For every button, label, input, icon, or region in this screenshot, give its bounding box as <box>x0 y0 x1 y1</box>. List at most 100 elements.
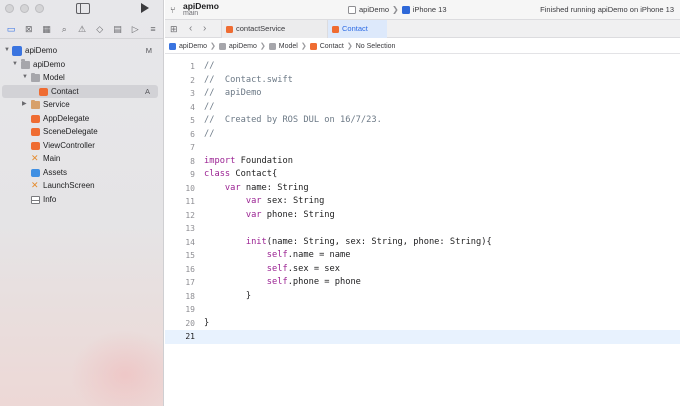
code-text[interactable]: self.name = name <box>204 249 351 263</box>
line-number: 20 <box>185 318 195 328</box>
zoom-window-button[interactable] <box>35 4 44 13</box>
line-number: 1 <box>190 62 195 71</box>
code-text[interactable]: init(name: String, sex: String, phone: S… <box>204 236 492 250</box>
tree-item-assets[interactable]: Assets <box>0 166 163 180</box>
issue-icon[interactable]: ⚠ <box>77 24 87 34</box>
minimize-window-button[interactable] <box>20 4 29 13</box>
divider <box>0 38 163 39</box>
code-text[interactable]: var phone: String <box>204 209 335 223</box>
breadcrumb-item[interactable]: apiDemo <box>179 43 207 50</box>
code-line[interactable]: 14 init(name: String, sex: String, phone… <box>165 236 680 250</box>
code-text[interactable]: // <box>204 101 214 115</box>
source-control-icon[interactable]: ⊠ <box>24 24 34 34</box>
code-text[interactable]: // Contact.swift <box>204 74 293 88</box>
tree-item-scenedelegate[interactable]: SceneDelegate <box>0 125 163 139</box>
tree-item-group-apidemo[interactable]: ▼ apiDemo <box>0 58 163 72</box>
tree-item-viewcontroller[interactable]: ViewController <box>0 139 163 153</box>
tree-item-contact[interactable]: Contact A <box>2 84 158 98</box>
code-text[interactable]: // Created by ROS DUL on 16/7/23. <box>204 114 382 128</box>
folder-icon[interactable]: ▭ <box>6 24 16 34</box>
code-line[interactable]: 9 class Contact{ <box>165 168 680 182</box>
line-number: 19 <box>185 305 195 314</box>
tree-item-group-service[interactable]: ▶ Service <box>0 98 163 112</box>
code-line[interactable]: 13 <box>165 222 680 236</box>
asset-catalog-icon <box>31 168 40 177</box>
code-text[interactable]: var name: String <box>204 182 309 196</box>
line-number: 9 <box>190 170 195 179</box>
code-text[interactable]: // <box>204 60 214 74</box>
chevron-right-icon: ❯ <box>346 43 353 50</box>
code-line[interactable]: 11 var sex: String <box>165 195 680 209</box>
line-number: 3 <box>190 89 195 98</box>
code-text[interactable]: import Foundation <box>204 155 293 169</box>
code-text[interactable]: // apiDemo <box>204 87 262 101</box>
disclosure-down-icon[interactable]: ▼ <box>4 44 10 58</box>
code-line[interactable]: 4 // <box>165 101 680 115</box>
code-line[interactable]: 10 var name: String <box>165 182 680 196</box>
swift-file-icon <box>31 114 40 123</box>
tree-item-main[interactable]: ✕ Main <box>0 152 163 166</box>
disclosure-down-icon[interactable]: ▼ <box>22 71 28 85</box>
code-line[interactable]: 21 <box>165 330 680 344</box>
close-window-button[interactable] <box>5 4 14 13</box>
tab-contact[interactable]: Contact <box>327 20 387 38</box>
code-line[interactable]: 6 // <box>165 128 680 142</box>
device-name[interactable]: iPhone 13 <box>413 5 447 14</box>
code-line[interactable]: 8 import Foundation <box>165 155 680 169</box>
breakpoint-icon[interactable]: ▷ <box>130 24 140 34</box>
report-icon[interactable]: ≡ <box>148 24 158 34</box>
code-text[interactable]: var sex: String <box>204 195 324 209</box>
code-text[interactable]: class Contact{ <box>204 168 277 182</box>
code-text[interactable]: } <box>204 317 209 331</box>
code-line[interactable]: 18 } <box>165 290 680 304</box>
code-line[interactable]: 2 // Contact.swift <box>165 74 680 88</box>
code-text[interactable]: // <box>204 128 214 142</box>
breadcrumb-item[interactable]: Contact <box>320 43 344 50</box>
line-number: 11 <box>185 197 195 206</box>
plist-icon <box>31 195 40 204</box>
tree-item-appdelegate[interactable]: AppDelegate <box>0 112 163 126</box>
code-text[interactable]: } <box>204 290 251 304</box>
tree-item-launchscreen[interactable]: ✕ LaunchScreen <box>0 179 163 193</box>
tree-item-label: ViewController <box>43 140 95 150</box>
breadcrumb-item[interactable]: Model <box>279 43 298 50</box>
code-text[interactable]: self.sex = sex <box>204 263 340 277</box>
symbol-icon[interactable]: ▦ <box>42 24 52 34</box>
scheme-selector[interactable]: apiDemo ❯ iPhone 13 <box>348 3 447 16</box>
code-line[interactable]: 16 self.sex = sex <box>165 263 680 277</box>
code-line[interactable]: 7 <box>165 141 680 155</box>
scheme-name: apiDemo <box>359 5 390 14</box>
code-line[interactable]: 15 self.name = name <box>165 249 680 263</box>
window-controls <box>5 4 44 13</box>
code-line[interactable]: 12 var phone: String <box>165 209 680 223</box>
breadcrumb-item[interactable]: No Selection <box>356 43 396 50</box>
code-line[interactable]: 20} <box>165 317 680 331</box>
code-line[interactable]: 17 self.phone = phone <box>165 276 680 290</box>
code-line[interactable]: 19 <box>165 303 680 317</box>
find-icon[interactable]: ⌕ <box>59 24 69 34</box>
tree-item-info[interactable]: Info <box>0 193 163 207</box>
forward-arrow-icon[interactable]: › <box>203 23 206 34</box>
tree-item-label: Model <box>43 73 65 82</box>
source-editor[interactable]: 1 // 2 // Contact.swift 3 // apiDemo 4 // 5 // Cr… <box>165 56 680 406</box>
tree-item-project[interactable]: ▼ apiDemo M <box>0 44 163 58</box>
app-target-icon <box>348 5 356 14</box>
breadcrumb-item[interactable]: apiDemo <box>229 43 257 50</box>
tab-contactservice[interactable]: contactService <box>221 20 327 38</box>
swift-file-icon <box>31 128 40 136</box>
code-text[interactable]: self.phone = phone <box>204 276 361 290</box>
disclosure-down-icon[interactable]: ▼ <box>12 58 18 72</box>
test-icon[interactable]: ◇ <box>95 24 105 34</box>
code-line[interactable]: 3 // apiDemo <box>165 87 680 101</box>
window-toolbar: ⑂ apiDemo main apiDemo ❯ iPhone 13 Finis… <box>165 0 680 19</box>
line-number: 16 <box>185 264 195 274</box>
code-line[interactable]: 5 // Created by ROS DUL on 16/7/23. <box>165 114 680 128</box>
sidebar-toggle-icon[interactable] <box>76 3 90 14</box>
tree-item-group-model[interactable]: ▼ Model <box>0 71 163 85</box>
code-line[interactable]: 1 // <box>165 60 680 74</box>
debug-icon[interactable]: ▤ <box>113 24 123 34</box>
back-arrow-icon[interactable]: ‹ <box>189 23 192 34</box>
run-icon[interactable] <box>141 3 149 13</box>
disclosure-right-icon[interactable]: ▶ <box>22 98 27 112</box>
related-items-icon[interactable]: ⊞ <box>170 24 178 35</box>
